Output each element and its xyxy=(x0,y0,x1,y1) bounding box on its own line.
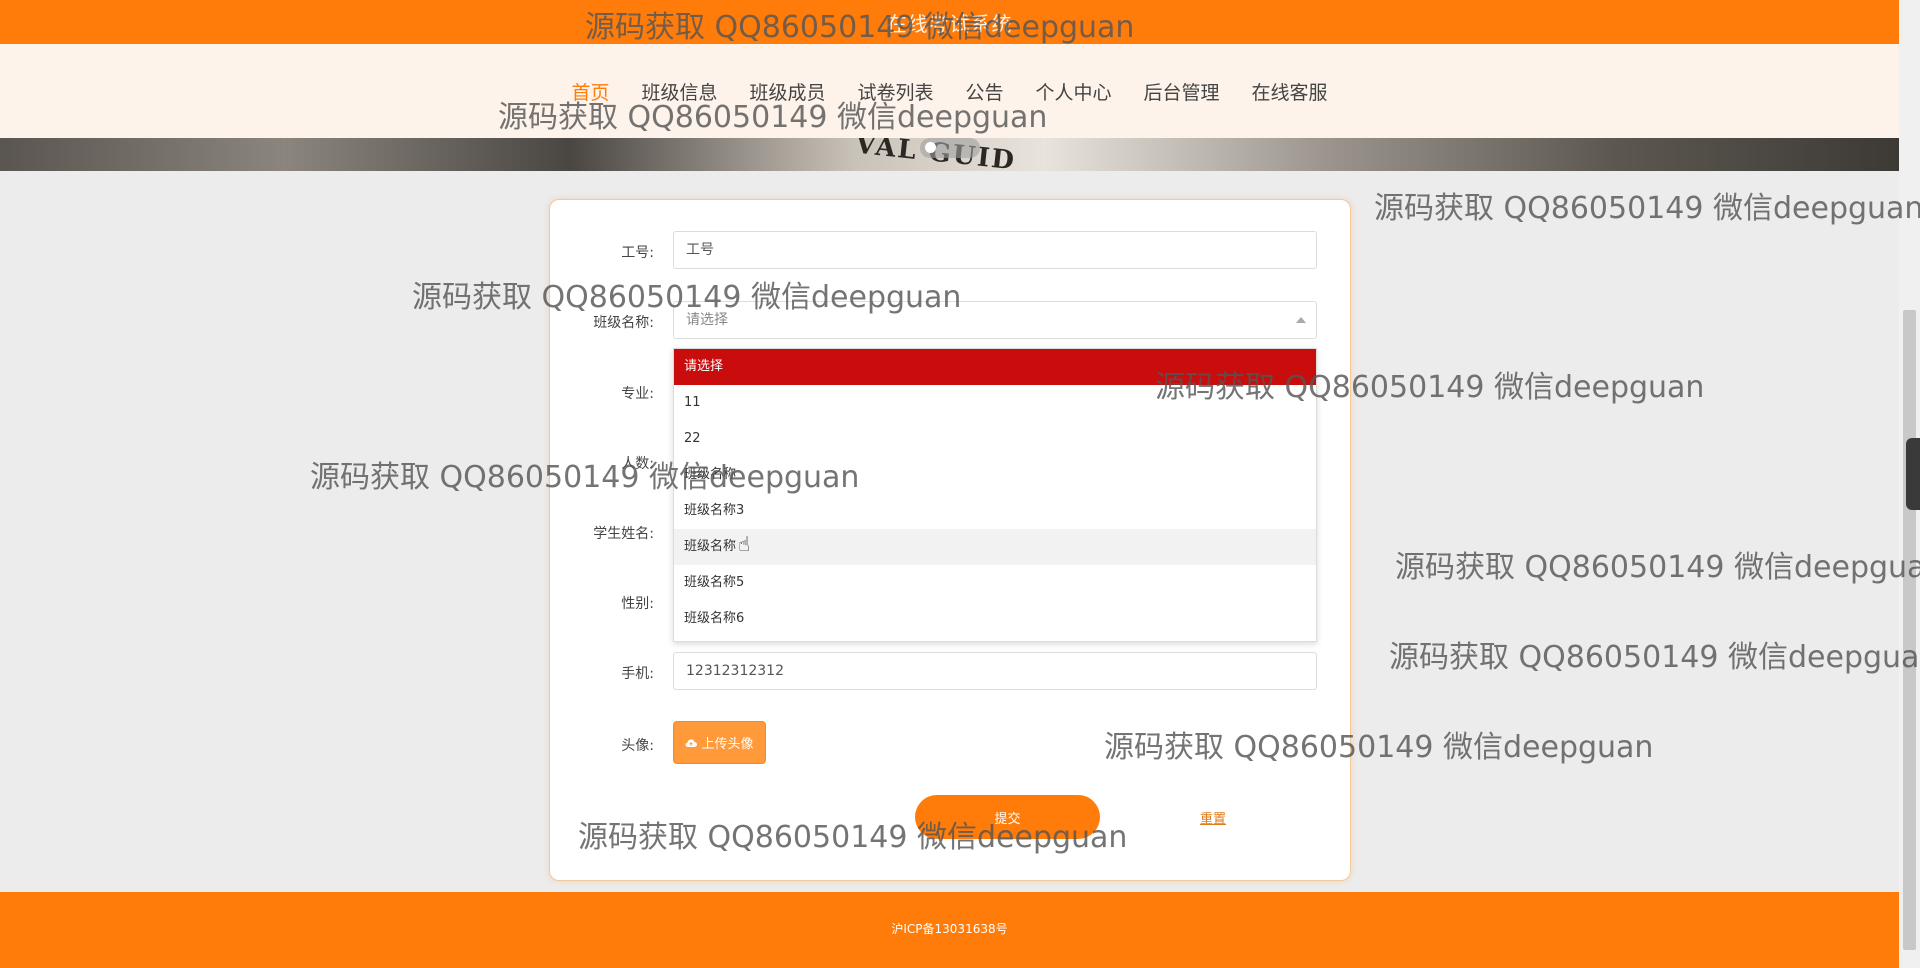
dropdown-option[interactable]: 班级名称 xyxy=(674,457,1316,493)
icp-record: 沪ICP备13031638号 xyxy=(891,922,1008,936)
submit-button[interactable]: 提交 xyxy=(915,795,1100,839)
nav-item-online-service[interactable]: 在线客服 xyxy=(1236,78,1344,105)
page-scrollbar-thumb[interactable] xyxy=(1903,310,1916,950)
nav-item-home[interactable]: 首页 xyxy=(555,78,625,105)
phone-input[interactable]: 12312312312 xyxy=(673,652,1317,690)
main-navigation: 首页 班级信息 班级成员 试卷列表 公告 个人中心 后台管理 在线客服 xyxy=(0,44,1899,138)
upload-avatar-label: 上传头像 xyxy=(701,737,754,752)
upload-avatar-button[interactable]: 上传头像 xyxy=(673,721,766,764)
watermark-text: 源码获取 QQ86050149 微信deepguan xyxy=(1374,191,1920,226)
hand-cursor-icon: ☝ xyxy=(738,532,751,556)
gender-label: 性别: xyxy=(621,596,654,612)
cloud-upload-icon xyxy=(686,738,698,747)
top-header-bar: 在线考试系统 xyxy=(0,0,1899,44)
page-footer: 沪ICP备13031638号 xyxy=(0,892,1899,968)
nav-item-class-members[interactable]: 班级成员 xyxy=(733,78,841,105)
count-label: 人数: xyxy=(621,456,654,472)
major-label: 专业: xyxy=(621,386,654,402)
reset-button[interactable]: 重置 xyxy=(1200,808,1226,827)
watermark-text: 源码获取 QQ86050149 微信deepguan xyxy=(1395,550,1920,585)
nav-item-announcements[interactable]: 公告 xyxy=(950,78,1020,105)
site-title: 在线考试系统 xyxy=(886,12,1013,36)
gonghao-label: 工号: xyxy=(621,245,654,261)
dropdown-option[interactable]: 22 xyxy=(674,421,1316,457)
class-dropdown-list: 请选择 11 22 班级名称 班级名称3 班级名称 班级名称5 班级名称6 xyxy=(673,348,1317,642)
watermark-text: 源码获取 QQ86050149 微信deepguan xyxy=(1389,640,1920,675)
dropdown-option[interactable]: 班级名称6 xyxy=(674,601,1316,637)
phone-value: 12312312312 xyxy=(686,663,784,679)
side-floating-widget[interactable] xyxy=(1906,438,1920,510)
class-name-label: 班级名称: xyxy=(593,315,654,331)
student-name-label: 学生姓名: xyxy=(593,526,654,542)
nav-item-class-info[interactable]: 班级信息 xyxy=(625,78,733,105)
dropdown-option[interactable]: 请选择 xyxy=(674,349,1316,385)
dropdown-option[interactable]: 班级名称3 xyxy=(674,493,1316,529)
class-name-select[interactable]: 请选择 xyxy=(673,301,1317,339)
nav-item-exam-list[interactable]: 试卷列表 xyxy=(841,78,949,105)
class-select-placeholder: 请选择 xyxy=(686,312,728,328)
nav-item-admin[interactable]: 后台管理 xyxy=(1128,78,1236,105)
gonghao-placeholder: 工号 xyxy=(686,242,714,258)
avatar-label: 头像: xyxy=(621,738,654,754)
dropdown-option[interactable]: 班级名称5 xyxy=(674,565,1316,601)
carousel-dot-active[interactable] xyxy=(925,142,936,153)
dropdown-option[interactable]: 班级名称 xyxy=(674,529,1316,565)
gonghao-input[interactable]: 工号 xyxy=(673,231,1317,269)
caret-up-icon xyxy=(1296,317,1306,323)
nav-list: 首页 班级信息 班级成员 试卷列表 公告 个人中心 后台管理 在线客服 xyxy=(0,78,1899,105)
phone-label: 手机: xyxy=(621,666,654,682)
nav-item-personal-center[interactable]: 个人中心 xyxy=(1020,78,1128,105)
dropdown-option[interactable]: 11 xyxy=(674,385,1316,421)
